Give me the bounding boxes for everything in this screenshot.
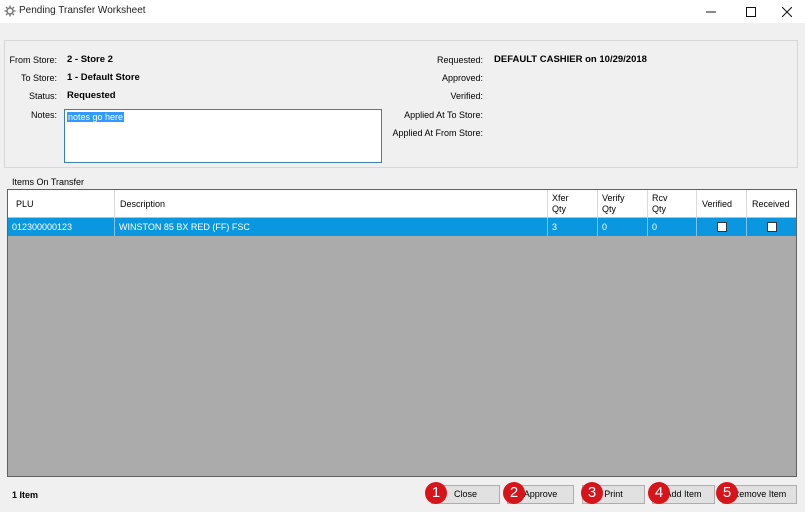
from-store-label: From Store: <box>9 55 57 65</box>
applied-from-store-label: Applied At From Store: <box>392 128 483 138</box>
approved-label: Approved: <box>441 73 483 83</box>
column-header-description-text: Description <box>120 199 166 209</box>
item-count: 1 Item <box>12 490 39 500</box>
column-header-received-text: Received <box>752 199 790 209</box>
to-store-label: To Store: <box>20 73 57 83</box>
column-header-plu[interactable]: PLU <box>8 190 115 218</box>
column-header-verified[interactable]: Verified <box>697 190 747 218</box>
title-bar: Pending Transfer Worksheet <box>0 0 805 23</box>
column-header-xfer-qty[interactable]: Xfer Qty <box>548 190 598 218</box>
column-header-xfer-qty-line2: Qty <box>552 204 567 214</box>
notes-text: notes go here <box>67 112 125 122</box>
status-label: Status: <box>28 91 57 101</box>
cell-verified <box>697 218 747 236</box>
minimize-icon <box>706 11 716 12</box>
requested-value: DEFAULT CASHIER on 10/29/2018 <box>494 54 647 65</box>
column-header-rcv-qty-line1: Rcv <box>652 193 668 203</box>
column-header-plu-text: PLU <box>16 199 34 209</box>
column-header-verified-text: Verified <box>702 199 733 209</box>
step-badge-4: 4 <box>648 482 670 504</box>
cell-verify-qty: 0 <box>598 218 648 236</box>
cell-rcv-qty: 0 <box>648 218 697 236</box>
close-icon <box>782 6 792 17</box>
column-header-verify-qty-line1: Verify <box>602 193 625 203</box>
applied-to-store-label: Applied At To Store: <box>404 110 483 120</box>
step-badge-5: 5 <box>716 482 738 504</box>
received-checkbox[interactable] <box>767 222 777 232</box>
notes-field[interactable]: notes go here <box>64 109 382 163</box>
close-window-button[interactable] <box>768 0 805 23</box>
maximize-icon <box>746 6 756 17</box>
app-gear-icon <box>4 5 16 17</box>
window-title: Pending Transfer Worksheet <box>19 5 146 16</box>
step-badge-2: 2 <box>503 482 525 504</box>
column-header-verify-qty[interactable]: Verify Qty <box>598 190 648 218</box>
column-header-xfer-qty-line1: Xfer <box>552 193 569 203</box>
step-badge-1: 1 <box>425 482 447 504</box>
table-row[interactable]: 012300000123 WINSTON 85 BX RED (FF) FSC … <box>8 218 796 236</box>
minimize-button[interactable] <box>692 0 730 23</box>
grid-header: PLU Description Xfer Qty Verify Qty Rcv … <box>8 190 796 218</box>
verified-checkbox[interactable] <box>717 222 727 232</box>
column-header-rcv-qty[interactable]: Rcv Qty <box>648 190 697 218</box>
to-store-value: 1 - Default Store <box>67 72 140 83</box>
column-header-verify-qty-line2: Qty <box>602 204 617 214</box>
notes-label: Notes: <box>30 110 57 120</box>
requested-label: Requested: <box>436 55 483 65</box>
cell-plu: 012300000123 <box>8 218 115 236</box>
items-group-label: Items On Transfer <box>12 177 85 187</box>
verified-label: Verified: <box>450 91 483 101</box>
column-header-received[interactable]: Received <box>747 190 796 218</box>
step-badge-3: 3 <box>581 482 603 504</box>
maximize-button[interactable] <box>732 0 770 23</box>
status-value: Requested <box>67 90 116 101</box>
cell-received <box>747 218 796 236</box>
from-store-value: 2 - Store 2 <box>67 54 113 65</box>
column-header-rcv-qty-line2: Qty <box>652 204 667 214</box>
cell-description: WINSTON 85 BX RED (FF) FSC <box>115 218 548 236</box>
column-header-description[interactable]: Description <box>115 190 548 218</box>
items-grid[interactable]: PLU Description Xfer Qty Verify Qty Rcv … <box>7 189 797 477</box>
cell-xfer-qty: 3 <box>548 218 598 236</box>
